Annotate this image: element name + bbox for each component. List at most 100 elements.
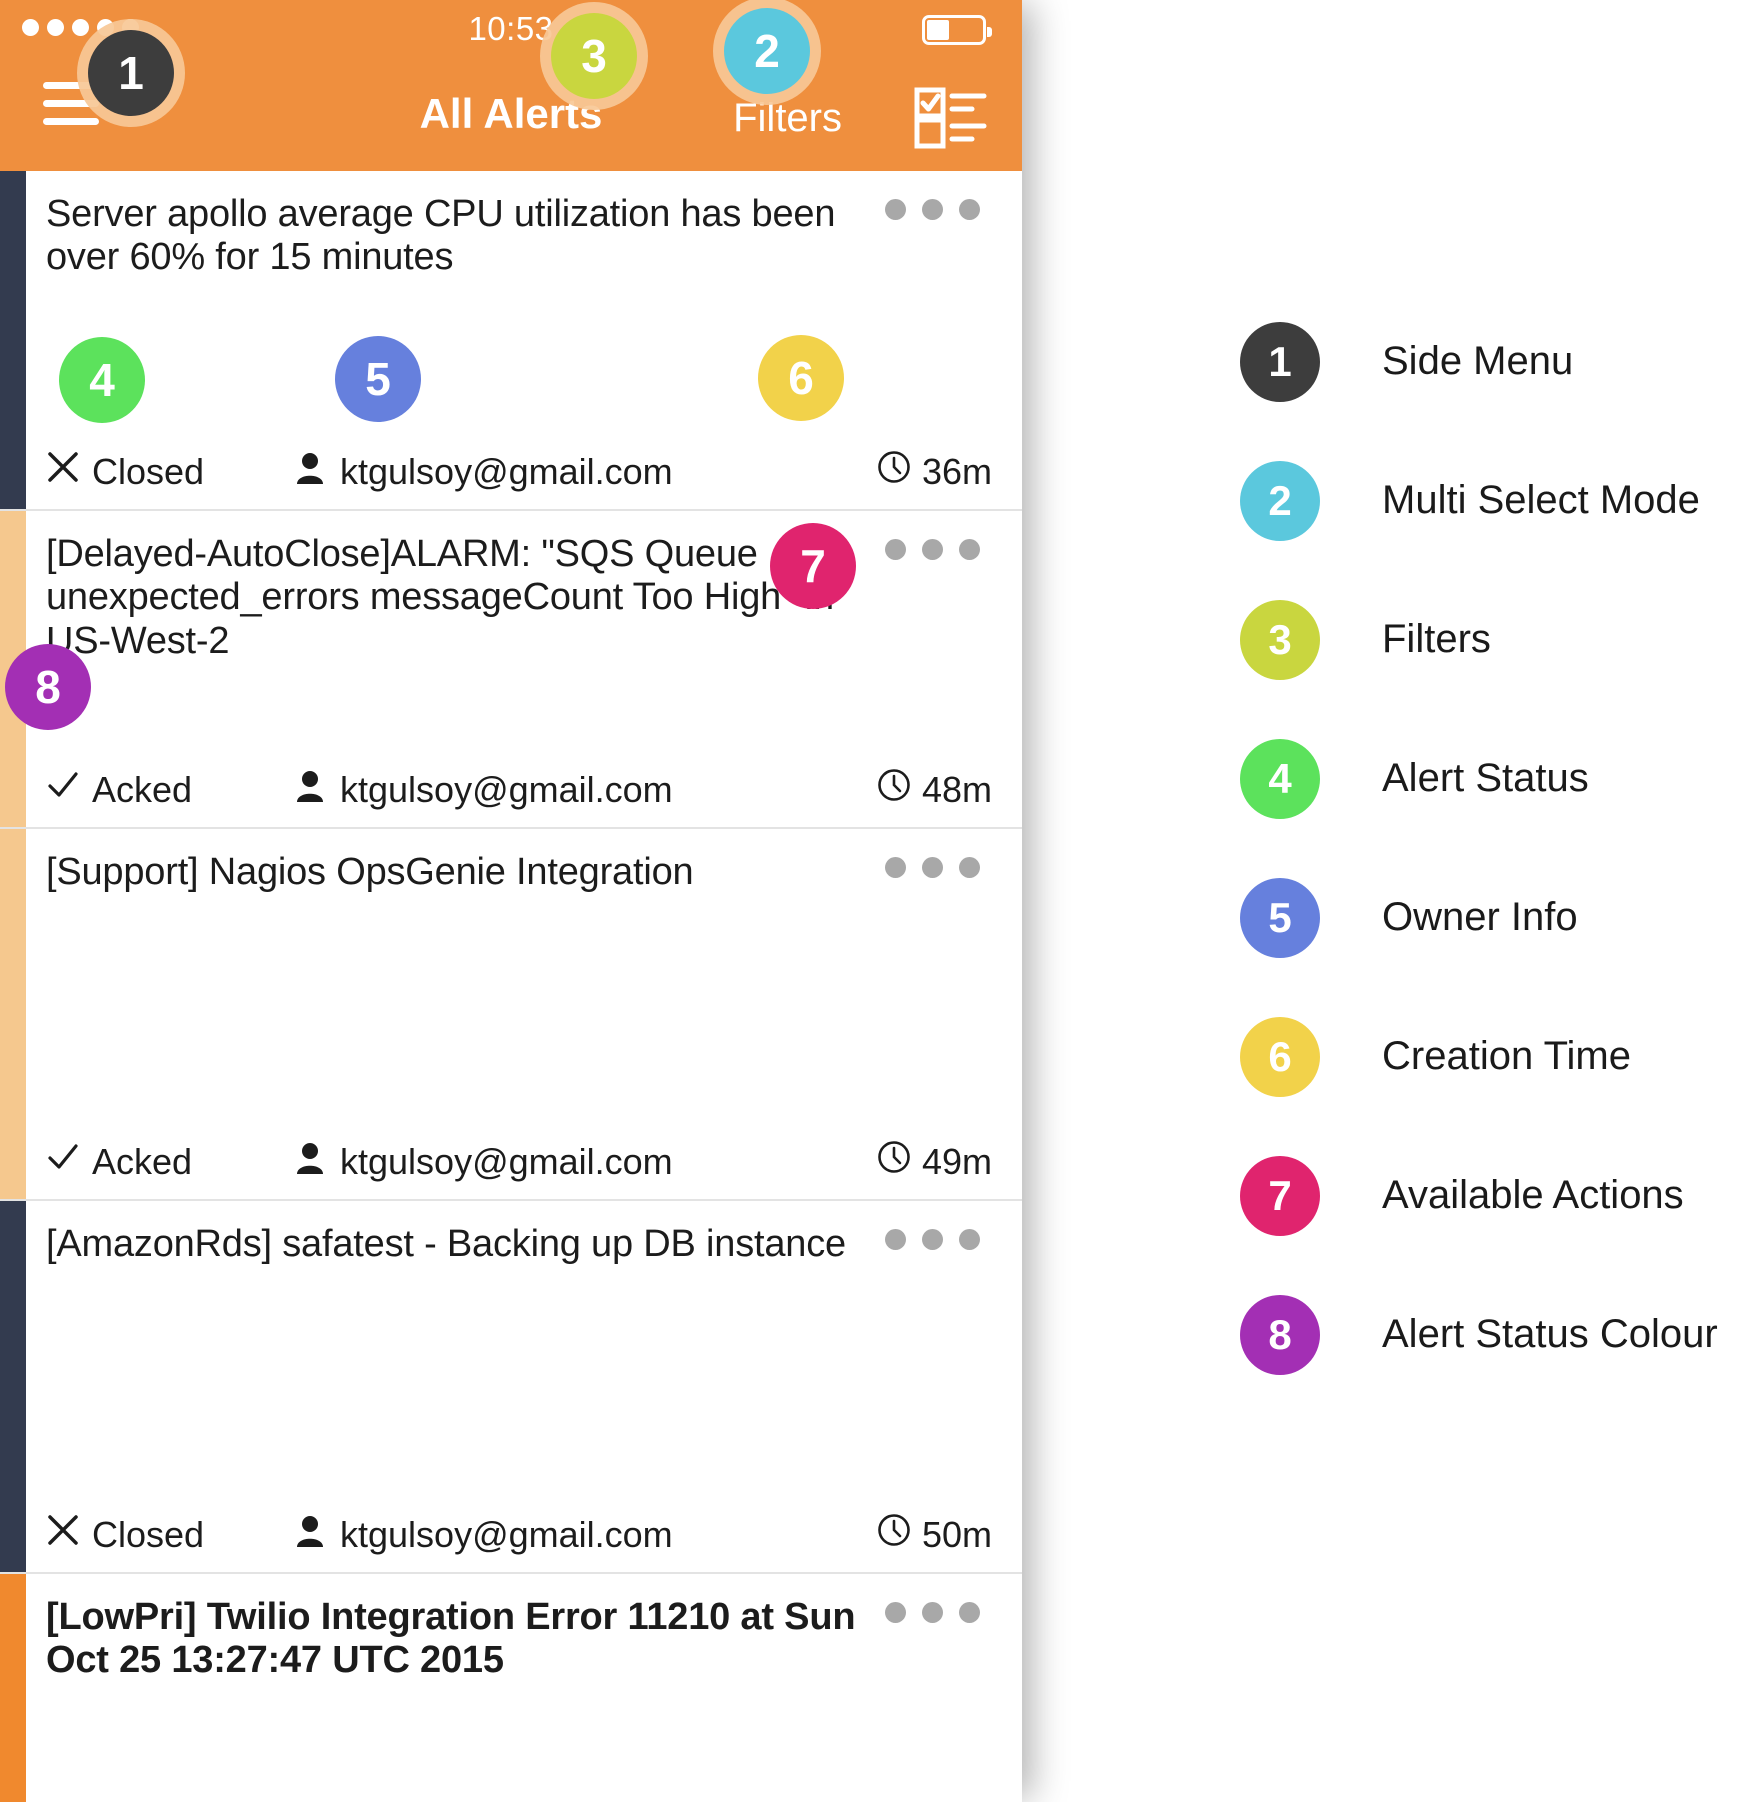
legend-badge: 1: [1240, 321, 1320, 402]
legend-label: Available Actions: [1382, 1173, 1684, 1217]
legend-item-owner-info: 5 Owner Info: [1240, 848, 1740, 987]
callout-badge-3: 3: [551, 13, 637, 99]
alert-owner: ktgulsoy@gmail.com: [296, 451, 877, 493]
alert-meta: Closed ktgulsoy@gmail.com: [46, 1513, 992, 1556]
alert-time-label: 48m: [921, 768, 992, 810]
legend-item-creation-time: 6 Creation Time: [1240, 987, 1740, 1126]
legend-item-alert-status: 4 Alert Status: [1240, 709, 1740, 848]
legend-item-multi-select-mode: 2 Multi Select Mode: [1240, 431, 1740, 570]
alert-row[interactable]: Server apollo average CPU utilization ha…: [0, 171, 1022, 511]
legend-label: Creation Time: [1382, 1034, 1631, 1078]
alert-owner-label: ktgulsoy@gmail.com: [340, 1513, 673, 1555]
alert-row[interactable]: [LowPri] Twilio Integration Error 11210 …: [0, 1574, 1022, 1802]
alert-status-colour-bar: [0, 1574, 26, 1802]
alert-status-label: Acked: [92, 1140, 193, 1182]
alert-owner-label: ktgulsoy@gmail.com: [340, 768, 673, 810]
alert-status-label: Closed: [92, 1513, 205, 1555]
alert-message: [AmazonRds] safatest - Backing up DB ins…: [46, 1223, 846, 1265]
alert-actions-kebab-icon[interactable]: [885, 199, 980, 220]
clock-icon: [877, 450, 911, 493]
check-icon: [46, 768, 80, 811]
legend-label: Alert Status: [1382, 756, 1589, 800]
person-icon: [296, 769, 324, 811]
alert-actions-kebab-icon[interactable]: [885, 539, 980, 560]
legend-badge: 2: [1240, 460, 1320, 541]
legend-badge: 8: [1240, 1294, 1320, 1375]
filters-button[interactable]: Filters: [733, 96, 842, 141]
alert-creation-time: 49m: [877, 1140, 992, 1183]
alert-body[interactable]: [LowPri] Twilio Integration Error 11210 …: [26, 1574, 1022, 1802]
alert-meta: Acked ktgulsoy@gmail.com: [46, 768, 992, 811]
alert-meta: Acked ktgulsoy@gmail.com: [46, 1140, 992, 1183]
x-icon: [46, 1513, 80, 1556]
battery-icon: [922, 15, 992, 45]
person-icon: [296, 451, 324, 493]
alert-status-label: Closed: [92, 450, 205, 492]
alert-actions-kebab-icon[interactable]: [885, 1602, 980, 1623]
alert-list[interactable]: Server apollo average CPU utilization ha…: [0, 171, 1022, 1802]
alert-message: [Support] Nagios OpsGenie Integration: [46, 851, 694, 893]
alert-owner: ktgulsoy@gmail.com: [296, 1141, 877, 1183]
alert-creation-time: 36m: [877, 450, 992, 493]
legend-label: Multi Select Mode: [1382, 478, 1700, 522]
legend-item-alert-status-colour: 8 Alert Status Colour: [1240, 1265, 1740, 1404]
phone-screen: 10:53 All Alerts Filters Server apollo a…: [0, 0, 1022, 1802]
legend-badge: 4: [1240, 738, 1320, 819]
alert-body[interactable]: [Delayed-AutoClose]ALARM: "SQS Queue une…: [26, 511, 1022, 827]
callout-badge-7: 7: [770, 523, 856, 609]
alert-time-label: 50m: [921, 1513, 992, 1555]
alert-creation-time: 50m: [877, 1513, 992, 1556]
callout-badge-1: 1: [88, 30, 174, 116]
alert-status-colour-bar: [0, 1201, 26, 1572]
alert-actions-kebab-icon[interactable]: [885, 857, 980, 878]
callout-badge-6: 6: [758, 335, 844, 421]
legend-label: Alert Status Colour: [1382, 1312, 1718, 1356]
alert-message: Server apollo average CPU utilization ha…: [46, 193, 836, 279]
legend-badge: 3: [1240, 599, 1320, 680]
alert-status-label: Acked: [92, 768, 193, 810]
alert-status: Closed: [46, 1513, 296, 1556]
callout-badge-5: 5: [335, 336, 421, 422]
alert-time-label: 49m: [921, 1140, 992, 1182]
alert-body[interactable]: Server apollo average CPU utilization ha…: [26, 171, 1022, 509]
legend: 1 Side Menu 2 Multi Select Mode 3 Filter…: [1240, 292, 1740, 1404]
legend-label: Owner Info: [1382, 895, 1578, 939]
alert-actions-kebab-icon[interactable]: [885, 1229, 980, 1250]
alert-owner: ktgulsoy@gmail.com: [296, 1514, 877, 1556]
multi-select-checklist-icon[interactable]: [914, 87, 988, 149]
alert-row[interactable]: [Delayed-AutoClose]ALARM: "SQS Queue une…: [0, 511, 1022, 829]
alert-owner-label: ktgulsoy@gmail.com: [340, 1140, 673, 1182]
alert-status-colour-bar: [0, 171, 26, 509]
alert-row[interactable]: [Support] Nagios OpsGenie Integration Ac…: [0, 829, 1022, 1201]
legend-badge: 7: [1240, 1155, 1320, 1236]
alert-status: Closed: [46, 450, 296, 493]
check-icon: [46, 1140, 80, 1183]
legend-label: Filters: [1382, 617, 1491, 661]
alert-body[interactable]: [Support] Nagios OpsGenie Integration Ac…: [26, 829, 1022, 1199]
legend-label: Side Menu: [1382, 339, 1574, 383]
legend-badge: 5: [1240, 877, 1320, 958]
alert-status: Acked: [46, 1140, 296, 1183]
screenshot-canvas: 10:53 All Alerts Filters Server apollo a…: [0, 0, 1752, 1802]
alert-row[interactable]: [AmazonRds] safatest - Backing up DB ins…: [0, 1201, 1022, 1574]
callout-badge-8: 8: [5, 644, 91, 730]
alert-status-colour-bar: [0, 829, 26, 1199]
alert-owner: ktgulsoy@gmail.com: [296, 769, 877, 811]
legend-item-available-actions: 7 Available Actions: [1240, 1126, 1740, 1265]
alert-body[interactable]: [AmazonRds] safatest - Backing up DB ins…: [26, 1201, 1022, 1572]
legend-item-side-menu: 1 Side Menu: [1240, 292, 1740, 431]
person-icon: [296, 1514, 324, 1556]
person-icon: [296, 1141, 324, 1183]
battery-level: [927, 20, 949, 40]
legend-item-filters: 3 Filters: [1240, 570, 1740, 709]
alert-owner-label: ktgulsoy@gmail.com: [340, 450, 673, 492]
x-icon: [46, 450, 80, 493]
clock-icon: [877, 1513, 911, 1556]
alert-creation-time: 48m: [877, 768, 992, 811]
clock-icon: [877, 768, 911, 811]
callout-badge-2: 2: [724, 8, 810, 94]
callout-badge-4: 4: [59, 337, 145, 423]
alert-time-label: 36m: [921, 450, 992, 492]
legend-badge: 6: [1240, 1016, 1320, 1097]
alert-message: [LowPri] Twilio Integration Error 11210 …: [46, 1596, 856, 1682]
